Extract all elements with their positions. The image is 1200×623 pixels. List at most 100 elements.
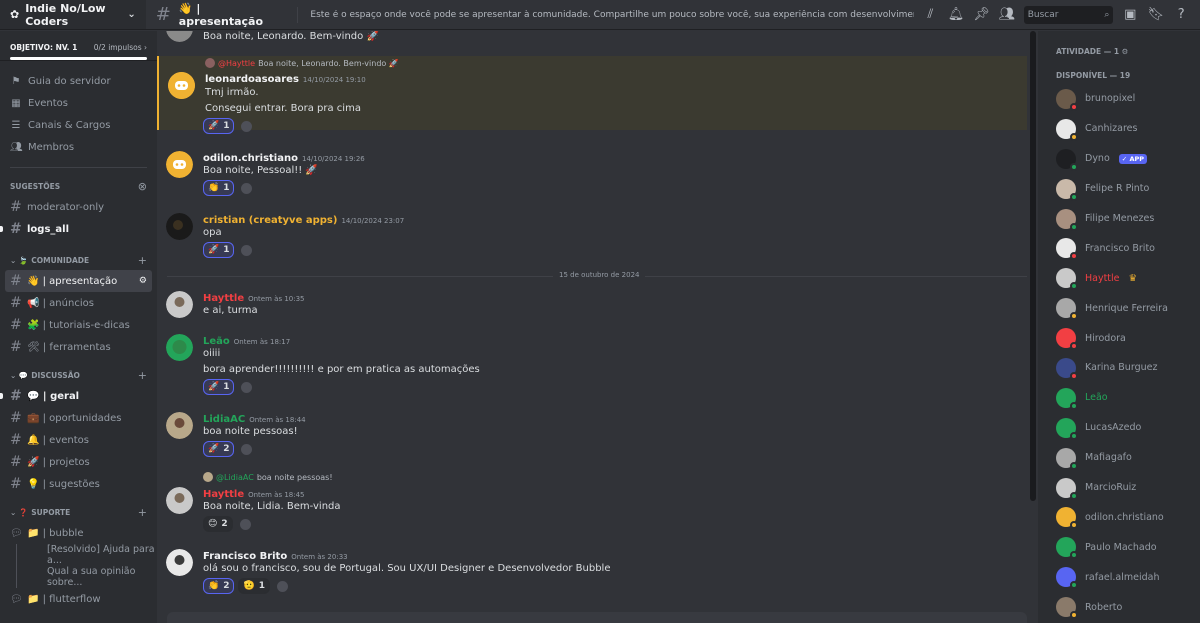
members-icon[interactable]: 👥︎ (998, 7, 1016, 22)
server-header[interactable]: ✿ Indie No/Low Coders ⌄ (0, 0, 146, 30)
username[interactable]: Hayttle (203, 489, 244, 500)
member-item[interactable]: MarcioRuiz (1038, 473, 1200, 503)
nav-server-guide[interactable]: ⚑ Guia do servidor (0, 70, 157, 92)
channel-topic[interactable]: Este é o espaço onde você pode se aprese… (310, 10, 913, 20)
channel-oportunidades[interactable]: # 💼 | oportunidades (0, 407, 157, 429)
reaction[interactable]: 👏 1 (203, 180, 235, 196)
settings-icon[interactable]: ⚙ (139, 276, 147, 286)
reaction[interactable]: 🚀 1 (203, 242, 235, 258)
member-name: Hayttle (1085, 272, 1120, 284)
status-dot (1070, 132, 1078, 141)
channel-projetos[interactable]: # 🚀 | projetos (0, 451, 157, 473)
member-item[interactable]: Hayttle ♛ (1038, 263, 1200, 293)
username[interactable]: Hayttle (203, 293, 244, 304)
add-reaction-icon[interactable] (241, 381, 253, 393)
nav-members[interactable]: 👥︎ Membros (0, 136, 157, 158)
category-sugestoes[interactable]: SUGESTÕES ⊗ (0, 176, 157, 196)
reply-preview[interactable]: @LidiaAC boa noite pessoas! (203, 472, 333, 482)
forum-flutterflow[interactable]: 💬︎ 📁 | flutterflow (0, 588, 157, 610)
member-item[interactable]: Paulo Machado (1038, 532, 1200, 562)
timestamp: Ontem às 18:44 (249, 416, 306, 424)
member-item[interactable]: Filipe Menezes (1038, 204, 1200, 234)
status-dot (1070, 192, 1078, 201)
bookmark-icon[interactable]: 🔖︎ (1147, 7, 1165, 22)
reply-preview[interactable]: @Hayttle Boa noite, Leonardo. Bem-vindo 🚀 (205, 58, 399, 68)
close-icon[interactable]: ⊗ (138, 180, 147, 193)
avatar[interactable] (166, 291, 193, 318)
channel-logs-all[interactable]: # logs_all (0, 218, 157, 240)
member-item[interactable]: Mafiagafo (1038, 443, 1200, 473)
member-item[interactable]: Francisco Brito (1038, 233, 1200, 263)
nav-channels-roles[interactable]: ☰ Canais & Cargos (0, 114, 157, 136)
username[interactable]: leonardoasoares (205, 74, 299, 85)
add-reaction-icon[interactable] (239, 518, 251, 530)
message-input[interactable] (167, 612, 1027, 623)
forum-bubble[interactable]: 💬︎ 📁 | bubble (0, 522, 157, 544)
avatar[interactable] (166, 31, 193, 42)
server-icon: ✿ (10, 8, 20, 21)
help-icon[interactable]: ? (1173, 7, 1191, 22)
thread-item[interactable]: Qual a sua opinião sobre... (16, 566, 157, 588)
member-item[interactable]: Roberto (1038, 592, 1200, 622)
add-reaction-icon[interactable] (241, 244, 253, 256)
thread-item[interactable]: [Resolvido] Ajuda para a... (16, 544, 157, 566)
bell-icon[interactable]: 🔔︎ (947, 7, 965, 22)
avatar[interactable] (166, 334, 193, 361)
category-suporte[interactable]: ⌄ ❓ SUPORTE + (0, 502, 157, 522)
plus-icon[interactable]: + (138, 369, 147, 382)
category-discussao[interactable]: ⌄ 💬 DISCUSSÃO + (0, 365, 157, 385)
status-dot (1070, 252, 1078, 261)
channel-ferramentas[interactable]: # 🛠 | ferramentas (0, 336, 157, 358)
member-item[interactable]: Dyno ✓ APP (1038, 144, 1200, 174)
username[interactable]: odilon.christiano (203, 153, 298, 164)
member-item[interactable]: Felipe R Pinto (1038, 174, 1200, 204)
plus-icon[interactable]: + (138, 506, 147, 519)
member-item[interactable]: Hirodora (1038, 323, 1200, 353)
add-reaction-icon[interactable] (241, 120, 253, 132)
member-item[interactable]: Leão (1038, 383, 1200, 413)
username[interactable]: Leão (203, 336, 230, 347)
member-item[interactable]: Henrique Ferreira (1038, 293, 1200, 323)
username[interactable]: Francisco Brito (203, 551, 287, 562)
avatar[interactable] (166, 549, 193, 576)
reactions: 🚀 1 (203, 379, 253, 395)
reaction[interactable]: 🫡 1 (238, 578, 270, 594)
add-reaction-icon[interactable] (241, 182, 253, 194)
add-reaction-icon[interactable] (241, 443, 253, 455)
nav-events[interactable]: ▦ Eventos (0, 92, 157, 114)
avatar[interactable] (166, 213, 193, 240)
member-item[interactable]: rafael.almeidah (1038, 562, 1200, 592)
username[interactable]: cristian (creatyve apps) (203, 215, 337, 226)
category-comunidade[interactable]: ⌄ 🍃 COMUNIDADE + (0, 250, 157, 270)
channel-anuncios[interactable]: # 📢 | anúncios (0, 292, 157, 314)
member-item[interactable]: brunopixel (1038, 84, 1200, 114)
username[interactable]: LidiaAC (203, 414, 245, 425)
search-input[interactable]: Buscar ⌕ (1023, 5, 1114, 24)
plus-icon[interactable]: + (138, 254, 147, 267)
member-item[interactable]: LucasAzedo (1038, 413, 1200, 443)
channel-apresentacao[interactable]: # 👋 | apresentação ⚙ (5, 270, 152, 292)
reaction[interactable]: 😊 2 (203, 516, 233, 532)
reaction[interactable]: 🚀 1 (203, 379, 235, 395)
scrollbar[interactable] (1030, 31, 1036, 623)
channel-moderator-only[interactable]: # moderator-only (0, 196, 157, 218)
status-dot (1070, 461, 1078, 470)
member-item[interactable]: odilon.christiano (1038, 502, 1200, 532)
channel-eventos[interactable]: # 🔔 | eventos (0, 429, 157, 451)
channel-geral[interactable]: # 💬 | geral (0, 385, 157, 407)
channel-sugestoes[interactable]: # 💡 | sugestões (0, 473, 157, 495)
channel-tutoriais[interactable]: # 🧩 | tutoriais-e-dicas (0, 314, 157, 336)
avatar[interactable] (166, 151, 193, 178)
inbox-icon[interactable]: ▣ (1121, 7, 1139, 22)
reaction[interactable]: 🚀 2 (203, 441, 235, 457)
threads-icon[interactable]: ⫽ (922, 7, 940, 22)
add-reaction-icon[interactable] (276, 580, 288, 592)
pin-icon[interactable]: 📌︎ (973, 7, 991, 22)
avatar[interactable] (166, 412, 193, 439)
reaction[interactable]: 🚀 1 (203, 118, 235, 134)
avatar[interactable] (166, 487, 193, 514)
member-item[interactable]: Canhizares (1038, 114, 1200, 144)
avatar[interactable] (168, 72, 195, 99)
member-item[interactable]: Karina Burguez (1038, 353, 1200, 383)
reaction[interactable]: 👏 2 (203, 578, 235, 594)
